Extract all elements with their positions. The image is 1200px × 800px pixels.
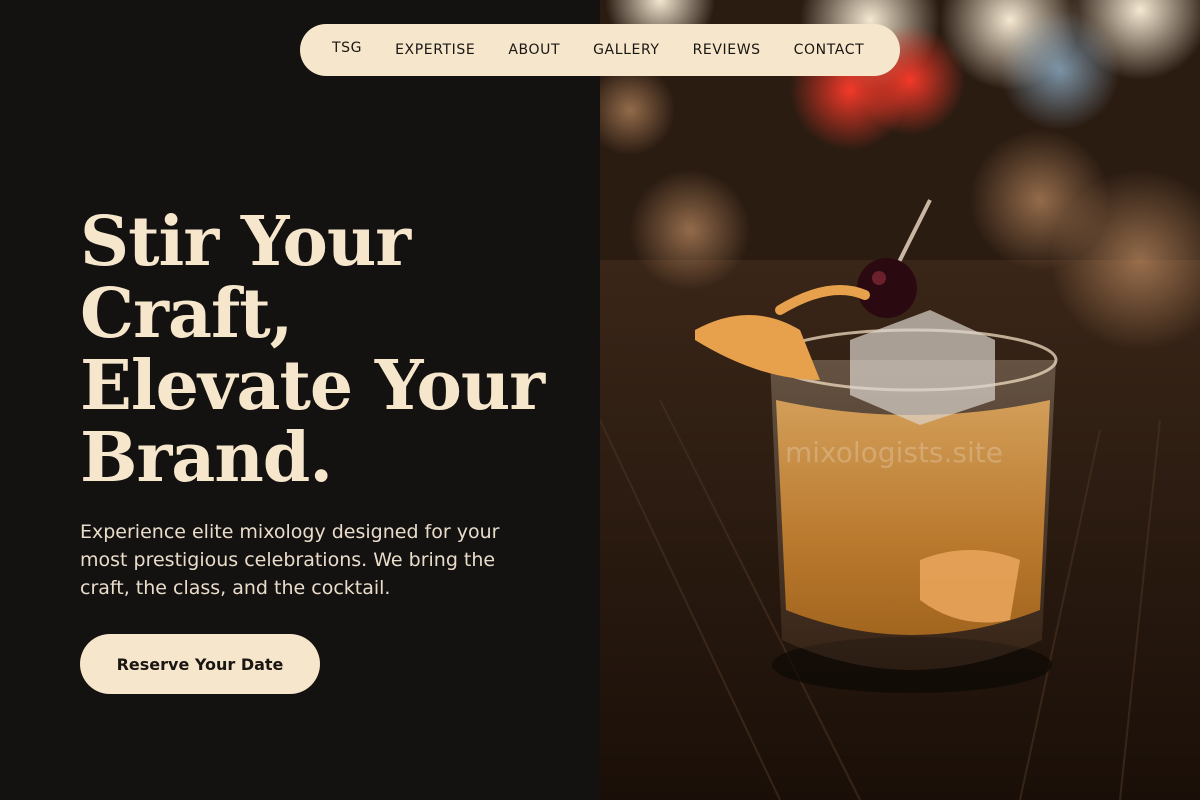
nav-item-reviews[interactable]: REVIEWS [693,42,761,58]
hero-title-line-4: Brand. [80,418,333,498]
nav-item-gallery[interactable]: GALLERY [593,42,659,58]
hero-title-line-2: Craft, [80,274,293,354]
nav-item-expertise[interactable]: EXPERTISE [395,42,475,58]
nav-item-about[interactable]: ABOUT [508,42,560,58]
top-navigation: TSG EXPERTISE ABOUT GALLERY REVIEWS CONT… [300,24,900,76]
nav-item-contact[interactable]: CONTACT [794,42,865,58]
hero-title: Stir Your Craft, Elevate Your Brand. [80,206,560,494]
hero-title-line-3: Elevate Your [80,346,545,426]
hero-title-line-1: Stir Your [80,202,411,282]
cocktail-photo-illustration [600,0,1200,800]
hero-subtitle: Experience elite mixology designed for y… [80,521,500,599]
nav-brand-link[interactable]: TSG [332,40,362,56]
reserve-date-button[interactable]: Reserve Your Date [80,634,320,694]
cocktail-photo [600,0,1200,800]
watermark-text: mixologists.site [785,436,1003,469]
